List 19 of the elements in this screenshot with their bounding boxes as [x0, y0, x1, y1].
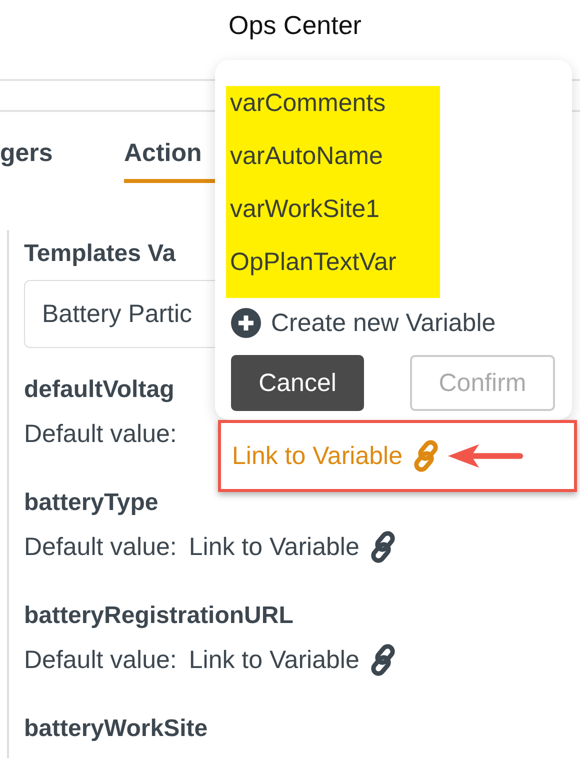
field-name: batteryRegistrationURL	[24, 602, 294, 631]
cancel-button[interactable]: Cancel	[231, 355, 364, 411]
field-label: Default value:	[24, 646, 177, 674]
field-name: batteryWorkSite	[24, 715, 208, 744]
tab[interactable]: gers	[0, 112, 124, 183]
window-title: Ops Center	[228, 10, 362, 42]
variable-option[interactable]: varComments	[226, 86, 440, 139]
link[interactable]: Link to Variable	[188, 532, 360, 562]
link[interactable]: Link to Variable	[188, 646, 360, 674]
field-name: defaultVoltag	[24, 376, 174, 405]
plus-icon[interactable]	[231, 308, 261, 338]
variable-option[interactable]: varAutoName	[226, 139, 440, 192]
variable-option[interactable]: varWorkSite1	[226, 192, 440, 245]
field-name: batteryType	[24, 489, 158, 518]
field-label: Default value:	[24, 420, 177, 448]
create-variable-link[interactable]: Create new Variable	[271, 308, 496, 338]
field-label: Default value:	[24, 532, 177, 562]
section-title: Templates Va	[24, 240, 176, 269]
variable-option[interactable]: OpPlanTextVar	[226, 245, 440, 298]
